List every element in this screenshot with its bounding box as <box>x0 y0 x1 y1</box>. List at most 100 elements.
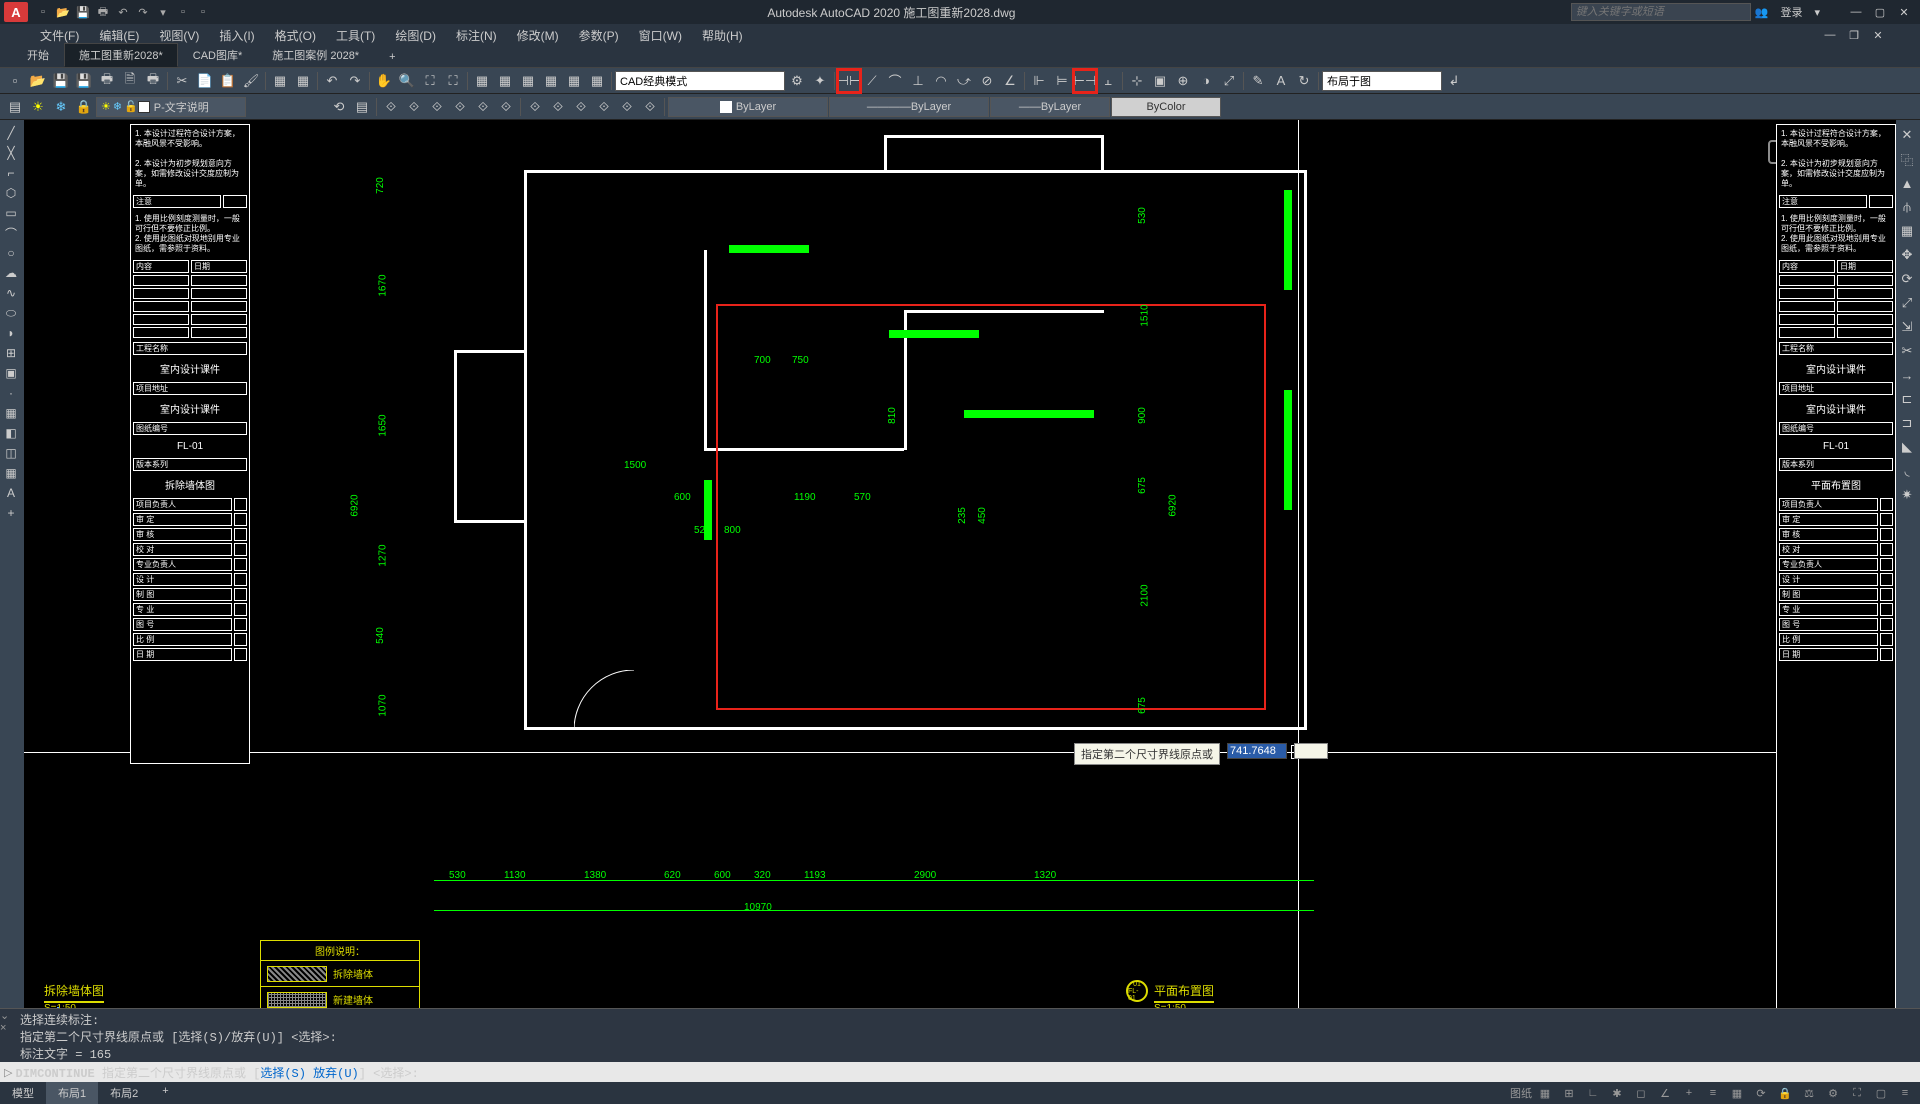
dim-baseline-icon[interactable]: ⊨ <box>1051 70 1073 92</box>
tb-zoom-icon[interactable]: 🔍 <box>396 70 418 92</box>
pline-icon[interactable]: ⌐ <box>0 164 22 182</box>
layer-state-icon[interactable]: ▤ <box>351 96 373 118</box>
workspace-combo[interactable] <box>615 71 785 91</box>
tab-drawing2[interactable]: CAD图库* <box>178 43 258 67</box>
tab-layout-add[interactable]: + <box>150 1082 180 1104</box>
tb-clean-icon[interactable]: ▦ <box>292 70 314 92</box>
layer-frz-icon[interactable]: ⟐ <box>426 96 448 118</box>
tb-save-icon[interactable]: 💾 <box>50 70 72 92</box>
dim-radius-icon[interactable]: ◠ <box>930 70 952 92</box>
tb-publish-icon[interactable]: 🖶 <box>142 70 164 92</box>
layer-match-icon[interactable]: ⟐ <box>495 96 517 118</box>
hatch-icon[interactable]: ▦ <box>0 404 22 422</box>
region-icon[interactable]: ◫ <box>0 444 22 462</box>
line-icon[interactable]: ╱ <box>0 124 22 142</box>
layer-on-icon[interactable]: ☀ <box>27 96 49 118</box>
tb-copy-icon[interactable]: 📄 <box>194 70 216 92</box>
tab-layout2[interactable]: 布局2 <box>98 1082 150 1104</box>
close-button[interactable]: ✕ <box>1892 2 1916 22</box>
status-scale-icon[interactable]: ⚖ <box>1798 1084 1820 1102</box>
spline-icon[interactable]: ∿ <box>0 284 22 302</box>
tb-new-icon[interactable]: ▫ <box>4 70 26 92</box>
makeblock-icon[interactable]: ▣ <box>0 364 22 382</box>
circle-icon[interactable]: ○ <box>0 244 22 262</box>
search-input[interactable] <box>1571 3 1751 21</box>
tb-plot-icon[interactable]: 🖶 <box>96 70 118 92</box>
dim-quick-icon[interactable]: ⊩ <box>1028 70 1050 92</box>
layer-cur-icon[interactable]: ⟐ <box>472 96 494 118</box>
dim-jogline-icon[interactable]: ⤢ <box>1218 70 1240 92</box>
doc-close-button[interactable]: ✕ <box>1866 25 1890 45</box>
qat-open-icon[interactable]: 📂 <box>54 3 72 21</box>
tab-model[interactable]: 模型 <box>0 1082 46 1104</box>
menu-help[interactable]: 帮助(H) <box>692 25 753 46</box>
status-polar-icon[interactable]: ✱ <box>1606 1084 1628 1102</box>
mirror-icon[interactable]: ▲ <box>1896 172 1918 194</box>
infocenter-icon[interactable]: 👥 <box>1751 6 1773 19</box>
menu-modify[interactable]: 修改(M) <box>507 25 569 46</box>
layer-iso-icon[interactable]: ⟐ <box>380 96 402 118</box>
dynamic-input-field[interactable] <box>1227 743 1287 759</box>
tb-zoomwin-icon[interactable]: ⛶ <box>419 70 441 92</box>
arc-icon[interactable]: ⌒ <box>0 224 22 242</box>
tb-dc-icon[interactable]: ▦ <box>494 70 516 92</box>
layer-off-icon[interactable]: ⟐ <box>449 96 471 118</box>
linetype-combo[interactable]: ———— ByLayer <box>829 97 989 117</box>
dim-tedit-icon[interactable]: A <box>1270 70 1292 92</box>
tb-undo-icon[interactable]: ↶ <box>321 70 343 92</box>
layer-copy-icon[interactable]: ⟐ <box>547 96 569 118</box>
tab-drawing1[interactable]: 施工图重新2028* <box>64 43 178 67</box>
status-anno-icon[interactable]: 🔒 <box>1774 1084 1796 1102</box>
status-custom-icon[interactable]: ≡ <box>1894 1084 1916 1102</box>
qat-more1-icon[interactable]: ▾ <box>154 3 172 21</box>
layer-freeze-icon[interactable]: ❄ <box>50 96 72 118</box>
login-button[interactable]: 登录 <box>1776 4 1806 20</box>
dim-angular-icon[interactable]: ∠ <box>999 70 1021 92</box>
tb-pan-icon[interactable]: ✋ <box>373 70 395 92</box>
status-cycle-icon[interactable]: ⟳ <box>1750 1084 1772 1102</box>
layer-del-icon[interactable]: ⟐ <box>639 96 661 118</box>
layer-combo[interactable]: ☀❄🔓 P-文字说明 <box>96 97 246 117</box>
dim-update-icon[interactable]: ↻ <box>1293 70 1315 92</box>
tab-add[interactable]: + <box>374 47 410 67</box>
scale-icon[interactable]: ⤢ <box>1896 292 1918 314</box>
help-icon[interactable]: ▾ <box>1810 6 1824 19</box>
layer-lock-icon[interactable]: 🔒 <box>73 96 95 118</box>
status-osnap-icon[interactable]: ◻ <box>1630 1084 1652 1102</box>
status-ortho-icon[interactable]: ∟ <box>1582 1084 1604 1102</box>
dim-arc-icon[interactable]: ⌒ <box>884 70 906 92</box>
status-otrack-icon[interactable]: ∠ <box>1654 1084 1676 1102</box>
ellipsearc-icon[interactable]: ◗ <box>0 324 22 342</box>
dim-aligned-icon[interactable]: ⟋ <box>861 70 883 92</box>
layer-change-icon[interactable]: ⟐ <box>524 96 546 118</box>
tb-tp-icon[interactable]: ▦ <box>517 70 539 92</box>
extend-icon[interactable]: → <box>1896 364 1918 386</box>
dim-diameter-icon[interactable]: ⊘ <box>976 70 998 92</box>
layer-vpfrz-icon[interactable]: ⟐ <box>593 96 615 118</box>
qat-print-icon[interactable]: 🖶 <box>94 3 112 21</box>
layer-merge-icon[interactable]: ⟐ <box>616 96 638 118</box>
rotate-icon[interactable]: ⟳ <box>1896 268 1918 290</box>
polygon-icon[interactable]: ⬡ <box>0 184 22 202</box>
chamfer-icon[interactable]: ◣ <box>1896 436 1918 458</box>
dim-break-icon[interactable]: ⊹ <box>1126 70 1148 92</box>
menu-dimension[interactable]: 标注(N) <box>446 25 507 46</box>
fillet-icon[interactable]: ◟ <box>1896 460 1918 482</box>
tb-match-icon[interactable]: 🖌 <box>240 70 262 92</box>
status-snap-icon[interactable]: ⊞ <box>1558 1084 1580 1102</box>
dim-jogged-icon[interactable]: ⤻ <box>953 70 975 92</box>
drawing-canvas[interactable]: 虎课网 1. 本设计过程符合设计方案，本融风景不受影响。2. 本设计为初步规划意… <box>24 120 1920 1008</box>
insert-icon[interactable]: ⊞ <box>0 344 22 362</box>
qat-new-icon[interactable]: ▫ <box>34 3 52 21</box>
dim-tolerance-icon[interactable]: ▣ <box>1149 70 1171 92</box>
point-icon[interactable]: · <box>0 384 22 402</box>
rect-icon[interactable]: ▭ <box>0 204 22 222</box>
tb-ssm-icon[interactable]: ▦ <box>540 70 562 92</box>
color-combo[interactable]: ByLayer <box>668 97 828 117</box>
app-logo[interactable]: A <box>4 2 28 22</box>
maximize-button[interactable]: ▢ <box>1868 2 1892 22</box>
gradient-icon[interactable]: ◧ <box>0 424 22 442</box>
addsel-icon[interactable]: + <box>0 504 22 522</box>
layer-prev-icon[interactable]: ⟲ <box>328 96 350 118</box>
menu-window[interactable]: 窗口(W) <box>629 25 692 46</box>
